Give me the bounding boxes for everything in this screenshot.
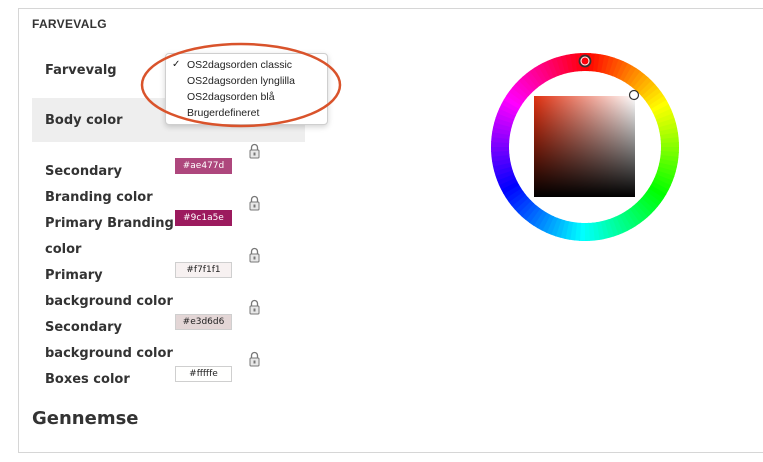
lock-icon[interactable] [249, 299, 260, 315]
boxes-color-input[interactable]: #fffffe [175, 366, 232, 382]
dropdown-option-lynglilla[interactable]: OS2dagsorden lynglilla [166, 73, 327, 89]
farvevalg-label: Farvevalg [45, 63, 117, 78]
lock-icon[interactable] [249, 143, 260, 159]
section-title: FARVEVALG [32, 17, 107, 31]
primary-background-color-input[interactable]: #f7f1f1 [175, 262, 232, 278]
secondary-background-label-2: background color [45, 346, 173, 361]
gennemse-heading: Gennemse [32, 408, 139, 429]
primary-branding-label-1: Primary Branding [45, 216, 174, 231]
lock-icon[interactable] [249, 351, 260, 367]
secondary-background-color-input[interactable]: #e3d6d6 [175, 314, 232, 330]
primary-background-label-1: Primary [45, 268, 103, 283]
option-label: OS2dagsorden classic [187, 59, 293, 71]
secondary-branding-color-input[interactable]: #ae477d [175, 158, 232, 174]
option-label: OS2dagsorden blå [187, 91, 275, 103]
color-wheel-picker[interactable] [490, 52, 680, 242]
secondary-branding-label-1: Secondary [45, 164, 123, 179]
option-label: OS2dagsorden lynglilla [187, 75, 295, 87]
boxes-color-label: Boxes color [45, 372, 130, 387]
saturation-marker[interactable] [628, 89, 640, 101]
lock-icon[interactable] [249, 195, 260, 211]
primary-branding-color-input[interactable]: #9c1a5e [175, 210, 232, 226]
secondary-background-label-1: Secondary [45, 320, 123, 335]
lock-icon[interactable] [249, 247, 260, 263]
primary-background-label-2: background color [45, 294, 173, 309]
secondary-branding-label-2: Branding color [45, 190, 153, 205]
dropdown-option-brugerdefineret[interactable]: Brugerdefineret [166, 105, 327, 121]
dropdown-option-blaa[interactable]: OS2dagsorden blå [166, 89, 327, 105]
farvevalg-dropdown-menu[interactable]: ✓ OS2dagsorden classic OS2dagsorden lyng… [165, 53, 328, 125]
body-color-label: Body color [45, 113, 123, 128]
check-icon: ✓ [172, 59, 181, 70]
option-label: Brugerdefineret [187, 107, 260, 119]
primary-branding-label-2: color [45, 242, 82, 257]
dropdown-option-classic[interactable]: ✓ OS2dagsorden classic [166, 57, 327, 73]
